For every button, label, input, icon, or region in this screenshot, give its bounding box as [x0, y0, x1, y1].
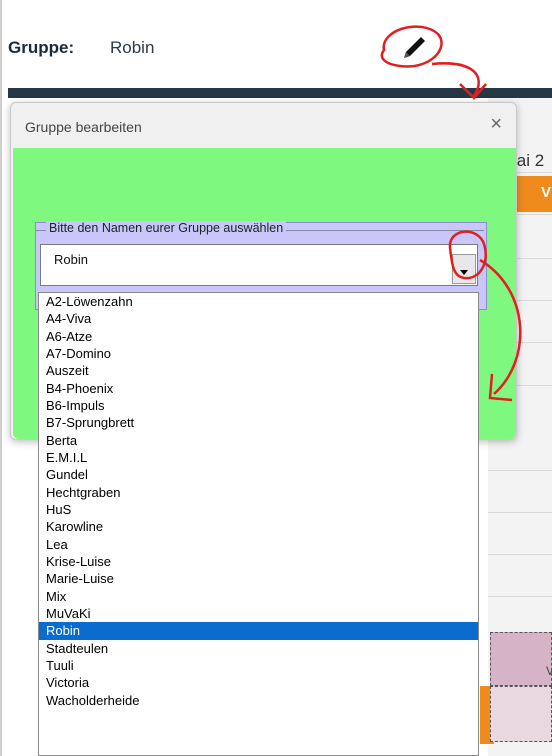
list-item[interactable]: A4-Viva	[39, 310, 478, 327]
frame-legend: Bitte den Namen eurer Gruppe auswählen	[46, 221, 287, 235]
group-value: Robin	[110, 38, 155, 57]
group-dropdown-list[interactable]: A2-Löwenzahn A4-Viva A6-Atze A7-Domino Ausze…	[38, 292, 479, 756]
list-item[interactable]: Berta	[39, 432, 478, 449]
list-item[interactable]: B6-Impuls	[39, 397, 478, 414]
sheet-row-line	[488, 554, 552, 555]
dropdown-button[interactable]	[452, 254, 476, 284]
list-item[interactable]: Tuuli	[39, 657, 478, 674]
list-item[interactable]: Krise-Luise	[39, 553, 478, 570]
list-item[interactable]: Mix	[39, 588, 478, 605]
list-item[interactable]: A2-Löwenzahn	[39, 293, 478, 310]
list-item[interactable]: B4-Phoenix	[39, 380, 478, 397]
sheet-header-partial: lai 2	[513, 151, 545, 170]
sheet-orange-cell-text: V	[541, 184, 552, 201]
list-item[interactable]: Gundel	[39, 466, 478, 483]
list-item[interactable]: HuS	[39, 501, 478, 518]
group-label: Gruppe:	[8, 38, 75, 57]
window-left-border	[0, 0, 2, 756]
sheet-row-line	[488, 470, 552, 471]
sheet-row-line	[488, 512, 552, 513]
list-item[interactable]: Robin	[39, 622, 478, 640]
sheet-pink-cell-text: V	[546, 664, 552, 678]
list-item[interactable]: A7-Domino	[39, 345, 478, 362]
chevron-down-icon	[460, 270, 468, 275]
pencil-icon[interactable]	[400, 32, 430, 62]
list-item[interactable]: A6-Atze	[39, 328, 478, 345]
group-combobox[interactable]	[40, 244, 478, 286]
list-item[interactable]: Hechtgraben	[39, 484, 478, 501]
list-item[interactable]: Stadteulen	[39, 640, 478, 657]
list-item[interactable]: Auszeit	[39, 362, 478, 379]
list-item[interactable]: Marie-Luise	[39, 570, 478, 587]
top-bar	[8, 88, 552, 98]
list-item[interactable]: Wacholderheide	[39, 692, 478, 709]
list-item[interactable]: Victoria	[39, 674, 478, 691]
close-icon[interactable]: ×	[490, 113, 502, 136]
dialog-title: Gruppe bearbeiten	[25, 119, 142, 135]
combobox-value[interactable]: Robin	[54, 252, 88, 267]
sheet-pink-cell	[490, 686, 552, 742]
list-item[interactable]: B7-Sprungbrett	[39, 414, 478, 431]
sheet-pink-cell	[490, 632, 552, 686]
sheet-row-line	[488, 596, 552, 597]
list-item[interactable]: Lea	[39, 536, 478, 553]
list-item[interactable]: Karowline	[39, 518, 478, 535]
list-item[interactable]: E.M.I.L	[39, 449, 478, 466]
list-item[interactable]: MuVaKi	[39, 605, 478, 622]
